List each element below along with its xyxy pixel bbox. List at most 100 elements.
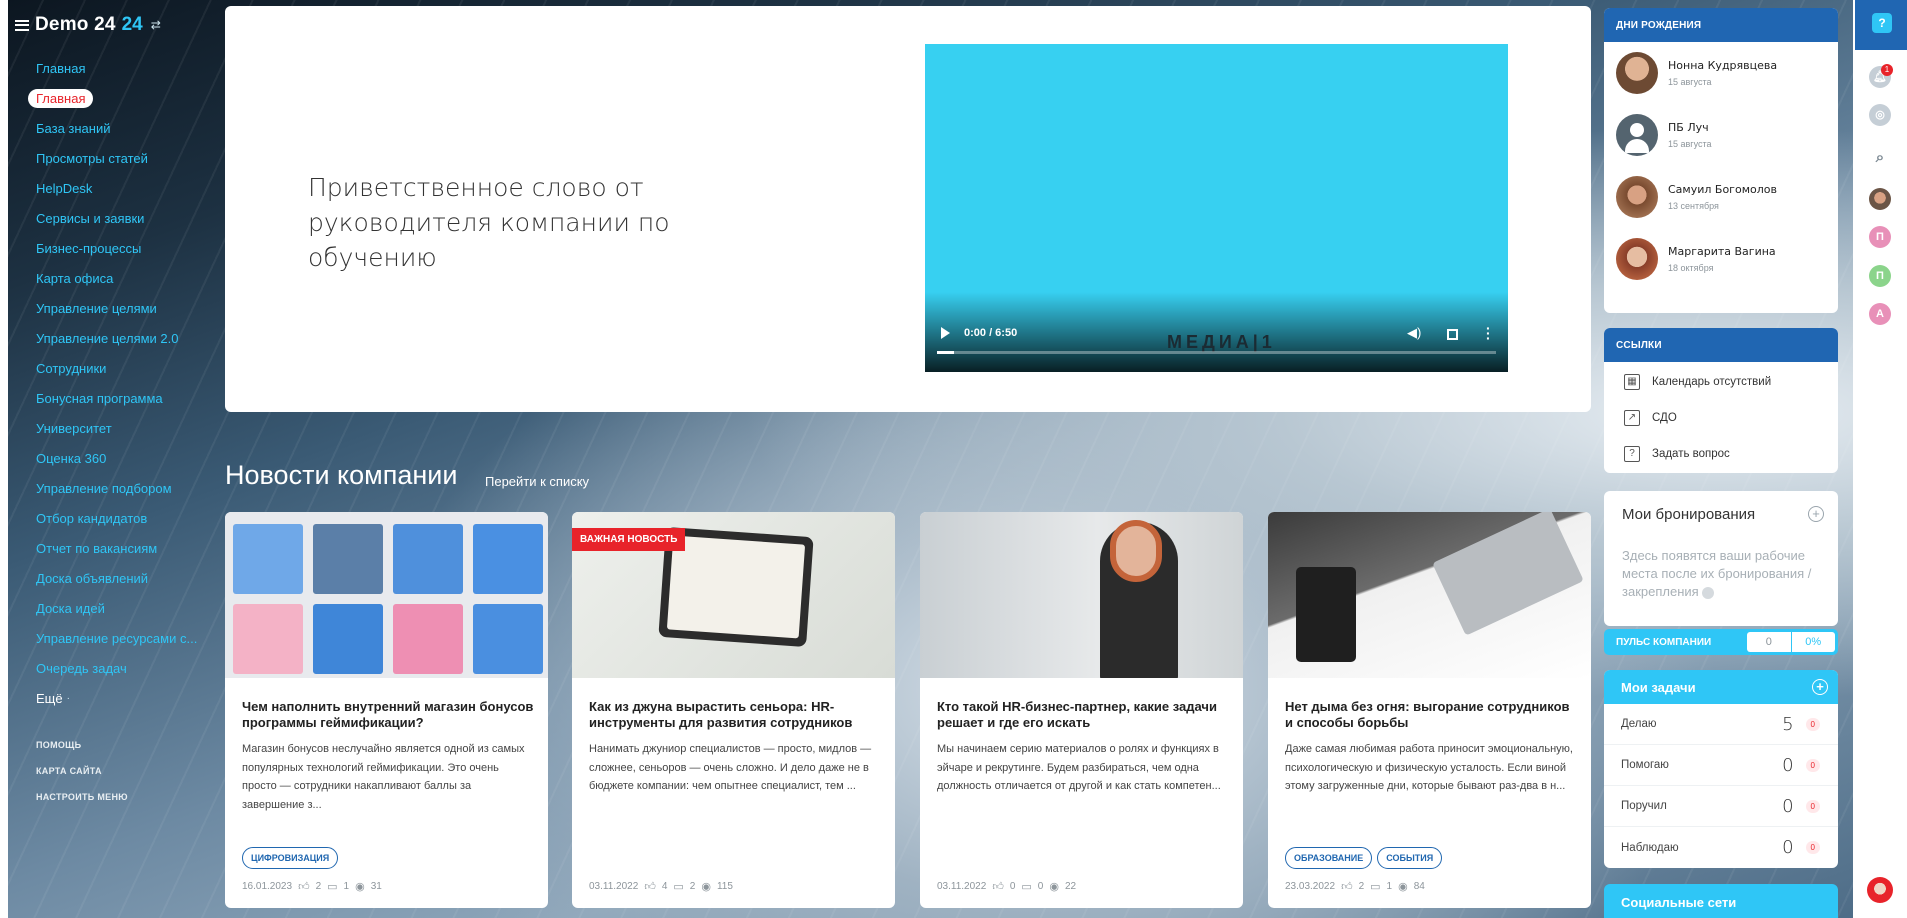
news-card-image[interactable]: ВАЖНАЯ НОВОСТЬ bbox=[572, 512, 895, 678]
comment-icon[interactable]: ▭ bbox=[1021, 880, 1031, 893]
nav-item-home[interactable]: Главная bbox=[8, 53, 218, 83]
left-sidebar: Demo 24 24 ⇄ Главная Главная База знаний… bbox=[8, 0, 218, 918]
task-label: Помогаю bbox=[1621, 759, 1669, 771]
like-count: 4 bbox=[661, 881, 668, 892]
news-card-title[interactable]: Чем наполнить внутренний магазин бонусов… bbox=[242, 699, 534, 731]
nav-item-announcements[interactable]: Доска объявлений bbox=[8, 563, 218, 593]
news-card-image[interactable] bbox=[1268, 512, 1591, 678]
news-card-image[interactable] bbox=[225, 512, 548, 678]
tag[interactable]: ОБРАЗОВАНИЕ bbox=[1285, 847, 1373, 869]
nav-item-home-active[interactable]: Главная bbox=[8, 83, 218, 113]
task-row-watching[interactable]: Наблюдаю 0 0 bbox=[1604, 827, 1838, 868]
nav-item-resources[interactable]: Управление ресурсами с... bbox=[8, 623, 218, 653]
eye-icon: ◉ bbox=[355, 881, 365, 893]
like-icon[interactable]: 👍︎ bbox=[298, 880, 310, 893]
logo[interactable]: Demo 24 24 ⇄ bbox=[15, 14, 161, 36]
birthday-item[interactable]: Самуил Богомолов 13 сентября bbox=[1604, 166, 1838, 228]
help-link[interactable]: ПОМОЩЬ bbox=[36, 732, 128, 758]
nav-more-button[interactable]: Ещё · bbox=[8, 683, 218, 713]
nav-item-task-queue[interactable]: Очередь задач bbox=[8, 653, 218, 683]
current-user-avatar[interactable] bbox=[1867, 877, 1893, 903]
fullscreen-icon[interactable] bbox=[1447, 329, 1458, 340]
nav-item-article-views[interactable]: Просмотры статей bbox=[8, 143, 218, 173]
view-count: 115 bbox=[716, 881, 733, 892]
social-networks-panel[interactable]: Социальные сети bbox=[1604, 884, 1838, 918]
chat-icon[interactable]: ◎ bbox=[1869, 104, 1891, 126]
user-avatar[interactable] bbox=[1869, 188, 1891, 210]
news-list-link[interactable]: Перейти к списку bbox=[485, 474, 589, 489]
link-ask-question[interactable]: ? Задать вопрос bbox=[1604, 436, 1838, 472]
user-avatar[interactable]: А bbox=[1869, 303, 1891, 325]
link-absence-calendar[interactable]: ▦ Календарь отсутствий bbox=[1604, 364, 1838, 400]
user-avatar[interactable]: П bbox=[1869, 226, 1891, 248]
bookings-title: Мои бронирования bbox=[1622, 505, 1756, 523]
nav-item-360[interactable]: Оценка 360 bbox=[8, 443, 218, 473]
news-card-tags: ЦИФРОВИЗАЦИЯ bbox=[242, 847, 339, 869]
nav-item-services[interactable]: Сервисы и заявки bbox=[8, 203, 218, 233]
nav-item-ideas[interactable]: Доска идей bbox=[8, 593, 218, 623]
news-card-title[interactable]: Нет дыма без огня: выгорание сотрудников… bbox=[1285, 699, 1577, 731]
like-icon[interactable]: 👍︎ bbox=[992, 880, 1004, 893]
nav-item-label: Карта офиса bbox=[36, 270, 114, 286]
nav-item-university[interactable]: Университет bbox=[8, 413, 218, 443]
tag[interactable]: СОБЫТИЯ bbox=[1377, 847, 1443, 869]
task-row-doing[interactable]: Делаю 5 0 bbox=[1604, 704, 1838, 745]
tasks-title[interactable]: Мои задачи bbox=[1621, 680, 1696, 695]
nav-item-employees[interactable]: Сотрудники bbox=[8, 353, 218, 383]
task-count: 0 bbox=[1782, 837, 1794, 858]
birthday-item[interactable]: Маргарита Вагина 18 октября bbox=[1604, 228, 1838, 290]
add-task-icon[interactable]: + bbox=[1812, 679, 1828, 695]
nav-item-recruiting[interactable]: Управление подбором bbox=[8, 473, 218, 503]
help-icon[interactable]: ? bbox=[1872, 13, 1892, 33]
add-booking-icon[interactable]: + bbox=[1808, 506, 1824, 522]
link-label: Задать вопрос bbox=[1652, 448, 1730, 460]
menu-icon[interactable] bbox=[15, 19, 29, 31]
task-row-helping[interactable]: Помогаю 0 0 bbox=[1604, 745, 1838, 786]
nav-item-candidates[interactable]: Отбор кандидатов bbox=[8, 503, 218, 533]
link-lms[interactable]: ↗ СДО bbox=[1604, 400, 1838, 436]
info-icon[interactable] bbox=[1702, 586, 1715, 599]
nav-item-business-processes[interactable]: Бизнес-процессы bbox=[8, 233, 218, 263]
sitemap-link[interactable]: КАРТА САЙТА bbox=[36, 758, 128, 784]
news-card-image[interactable] bbox=[920, 512, 1243, 678]
video-player[interactable]: МЕДИА|1 0:00 / 6:50 ◀) · · · bbox=[925, 44, 1508, 372]
view-count: 22 bbox=[1064, 881, 1077, 892]
like-icon[interactable]: 👍︎ bbox=[1341, 880, 1353, 893]
nav-item-goals-2[interactable]: Управление целями 2.0 bbox=[8, 323, 218, 353]
news-card[interactable]: Чем наполнить внутренний магазин бонусов… bbox=[225, 512, 548, 908]
configure-menu-link[interactable]: НАСТРОИТЬ МЕНЮ bbox=[36, 784, 128, 810]
company-pulse[interactable]: ПУЛЬС КОМПАНИИ 0 0% bbox=[1604, 629, 1838, 655]
news-card-title[interactable]: Кто такой HR-бизнес-партнер, какие задач… bbox=[937, 699, 1229, 731]
nav-item-bonus-program[interactable]: Бонусная программа bbox=[8, 383, 218, 413]
nav-item-label: Очередь задач bbox=[36, 660, 127, 676]
tag[interactable]: ЦИФРОВИЗАЦИЯ bbox=[242, 847, 339, 869]
like-icon[interactable]: 👍︎ bbox=[644, 880, 656, 893]
birthday-item[interactable]: ПБ Луч 15 августа bbox=[1604, 104, 1838, 166]
eye-icon: ◉ bbox=[1049, 881, 1059, 893]
news-card[interactable]: ВАЖНАЯ НОВОСТЬ Как из джуна вырастить се… bbox=[572, 512, 895, 908]
eye-icon: ◉ bbox=[1398, 881, 1408, 893]
right-toolbar-header: ? bbox=[1855, 0, 1907, 50]
nav-item-knowledge-base[interactable]: База знаний bbox=[8, 113, 218, 143]
search-icon[interactable]: ⌕ bbox=[1869, 147, 1891, 169]
volume-icon[interactable]: ◀) bbox=[1407, 325, 1421, 341]
birthday-date: 13 сентября bbox=[1668, 201, 1719, 211]
news-card-title[interactable]: Как из джуна вырастить сеньора: HR-инстр… bbox=[589, 699, 881, 731]
nav-item-goals[interactable]: Управление целями bbox=[8, 293, 218, 323]
task-row-assigned[interactable]: Поручил 0 0 bbox=[1604, 786, 1838, 827]
nav-item-helpdesk[interactable]: HelpDesk bbox=[8, 173, 218, 203]
play-icon[interactable] bbox=[941, 327, 950, 339]
comment-icon[interactable]: ▭ bbox=[673, 880, 683, 893]
comment-icon[interactable]: ▭ bbox=[327, 880, 337, 893]
switch-icon[interactable]: ⇄ bbox=[151, 18, 161, 32]
news-card[interactable]: Нет дыма без огня: выгорание сотрудников… bbox=[1268, 512, 1591, 908]
birthday-item[interactable]: Нонна Кудрявцева 15 августа bbox=[1604, 42, 1838, 104]
news-card[interactable]: Кто такой HR-бизнес-партнер, какие задач… bbox=[920, 512, 1243, 908]
comment-icon[interactable]: ▭ bbox=[1370, 880, 1380, 893]
more-options-icon[interactable]: · · · bbox=[1486, 321, 1491, 345]
birthdays-title: ДНИ РОЖДЕНИЯ bbox=[1604, 8, 1838, 42]
user-avatar[interactable]: П bbox=[1869, 265, 1891, 287]
nav-item-office-map[interactable]: Карта офиса bbox=[8, 263, 218, 293]
video-progress-bar[interactable] bbox=[937, 351, 1496, 354]
nav-item-vacancy-report[interactable]: Отчет по вакансиям bbox=[8, 533, 218, 563]
